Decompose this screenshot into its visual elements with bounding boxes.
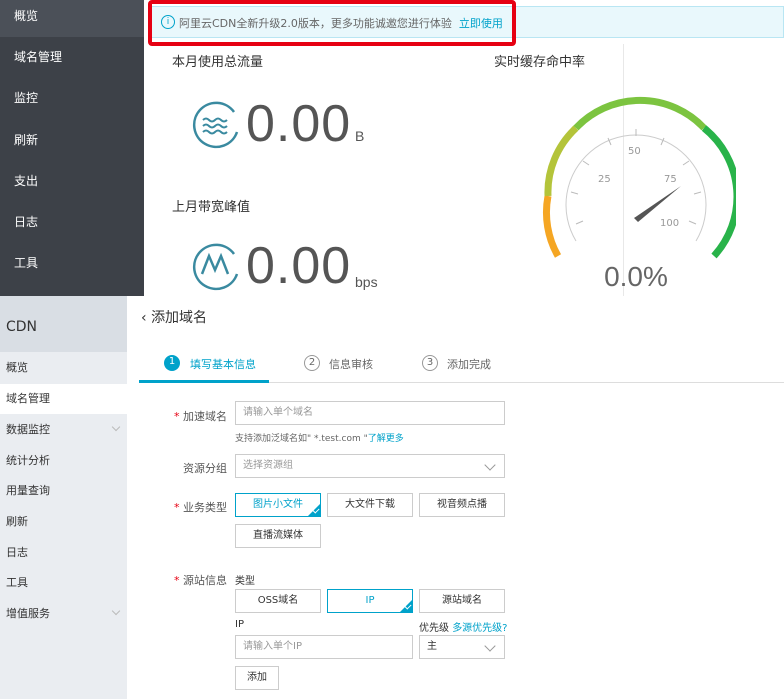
top-nav-tools[interactable]: 工具 <box>0 243 144 284</box>
origin-label: * 源站信息 <box>174 574 227 587</box>
page-title: 添加域名 <box>151 310 208 326</box>
learn-more-link[interactable]: 了解更多 <box>368 434 404 444</box>
step-2-label: 信息审核 <box>329 358 373 371</box>
biz-option-live[interactable]: 直播流媒体 <box>235 524 321 548</box>
side-nav-overview[interactable]: 概览 <box>0 353 127 383</box>
priority-select[interactable]: 主 <box>419 635 505 659</box>
top-nav-billing[interactable]: 支出 <box>0 161 144 202</box>
biz-option-images[interactable]: 图片小文件 <box>235 493 321 517</box>
origin-option-domain[interactable]: 源站域名 <box>419 589 505 613</box>
gauge-tick-100: 100 <box>660 218 679 229</box>
origin-option-oss[interactable]: OSS域名 <box>235 589 321 613</box>
side-nav-stats[interactable]: 统计分析 <box>0 446 127 476</box>
priority-help-link[interactable]: 多源优先级? <box>452 623 507 634</box>
ip-input[interactable]: 请输入单个IP <box>235 635 413 659</box>
biz-option-download[interactable]: 大文件下载 <box>327 493 413 517</box>
step-3-circle: 3 <box>422 355 438 371</box>
bandwidth-value: 0.00 <box>246 237 352 295</box>
gauge-needle <box>634 186 681 222</box>
top-nav-monitor[interactable]: 监控 <box>0 78 144 119</box>
traffic-title: 本月使用总流量 <box>172 55 264 70</box>
step-1-circle: 1 <box>164 355 180 371</box>
back-arrow-icon[interactable]: ‹ <box>141 310 147 326</box>
bandwidth-title: 上月带宽峰值 <box>172 200 251 215</box>
bandwidth-unit: bps <box>355 274 378 290</box>
chevron-down-icon <box>111 606 121 616</box>
group-label: 资源分组 <box>183 462 227 475</box>
check-icon <box>399 599 413 613</box>
side-nav-value-added-label: 增值服务 <box>6 607 50 620</box>
resource-group-select[interactable]: 选择资源组 <box>235 454 505 478</box>
add-ip-button[interactable]: 添加 <box>235 666 279 690</box>
domain-hint: 支持添加泛域名如" *.test.com "了解更多 <box>235 434 404 444</box>
top-nav-domains[interactable]: 域名管理 <box>0 37 144 78</box>
origin-type-label: 类型 <box>235 576 255 587</box>
add-domain-screenshot: CDN 概览 域名管理 数据监控 统计分析 用量查询 刷新 日志 工具 增值服务… <box>0 296 784 699</box>
side-nav-monitoring-label: 数据监控 <box>6 423 50 436</box>
group-placeholder: 选择资源组 <box>243 460 293 471</box>
cdn-sidebar: CDN 概览 域名管理 数据监控 统计分析 用量查询 刷新 日志 工具 增值服务 <box>0 296 127 699</box>
top-nav-logs[interactable]: 日志 <box>0 202 144 243</box>
priority-value: 主 <box>427 641 437 652</box>
bandwidth-icon <box>192 243 239 291</box>
side-nav-refresh[interactable]: 刷新 <box>0 507 127 537</box>
active-step-bar <box>139 380 269 383</box>
top-sidebar: 概览 域名管理 监控 刷新 支出 日志 工具 <box>0 0 144 296</box>
ip-label: IP <box>235 619 244 630</box>
domain-label: * 加速域名 <box>174 410 227 423</box>
gauge-tick-75: 75 <box>664 174 677 185</box>
step-3-label: 添加完成 <box>447 358 491 371</box>
step-2-circle: 2 <box>304 355 320 371</box>
top-nav-overview[interactable]: 概览 <box>0 0 144 37</box>
side-nav-domains[interactable]: 域名管理 <box>0 384 127 414</box>
priority-label: 优先级 多源优先级? <box>419 623 508 634</box>
chevron-down-icon <box>484 459 496 471</box>
side-nav-usage[interactable]: 用量查询 <box>0 476 127 506</box>
traffic-unit: B <box>355 128 365 144</box>
monitor-screenshot: 概览 域名管理 监控 刷新 支出 日志 工具 i 阿里云CDN全新升级2.0版本… <box>0 0 784 296</box>
wave-icon <box>192 101 239 149</box>
back-header[interactable]: ‹ 添加域名 <box>141 307 207 327</box>
traffic-value: 0.00 <box>246 95 352 153</box>
step-1-label: 填写基本信息 <box>190 358 256 371</box>
biz-type-label: * 业务类型 <box>174 501 227 514</box>
gauge-tick-25: 25 <box>598 174 611 185</box>
side-nav-logs[interactable]: 日志 <box>0 538 127 568</box>
cache-gauge: 25 50 75 100 0.0% <box>542 96 736 292</box>
chevron-down-icon <box>111 422 121 432</box>
cdn-sidebar-header: CDN <box>0 296 127 352</box>
chevron-down-icon <box>484 640 496 652</box>
origin-option-ip[interactable]: IP <box>327 589 413 613</box>
domain-input[interactable]: 请输入单个域名 <box>235 401 505 425</box>
add-domain-main: ‹ 添加域名 1 填写基本信息 2 信息审核 3 添加完成 * 加速域名 请输入… <box>127 296 784 699</box>
top-nav-refresh[interactable]: 刷新 <box>0 120 144 161</box>
side-nav-value-added[interactable]: 增值服务 <box>0 599 127 629</box>
cache-title: 实时缓存命中率 <box>494 55 586 70</box>
cache-value: 0.0% <box>604 261 668 292</box>
gauge-tick-50: 50 <box>628 146 641 157</box>
side-nav-monitoring[interactable]: 数据监控 <box>0 415 127 445</box>
check-icon <box>307 503 321 517</box>
highlight-box <box>148 0 516 46</box>
side-nav-tools[interactable]: 工具 <box>0 568 127 598</box>
biz-option-vod[interactable]: 视音频点播 <box>419 493 505 517</box>
